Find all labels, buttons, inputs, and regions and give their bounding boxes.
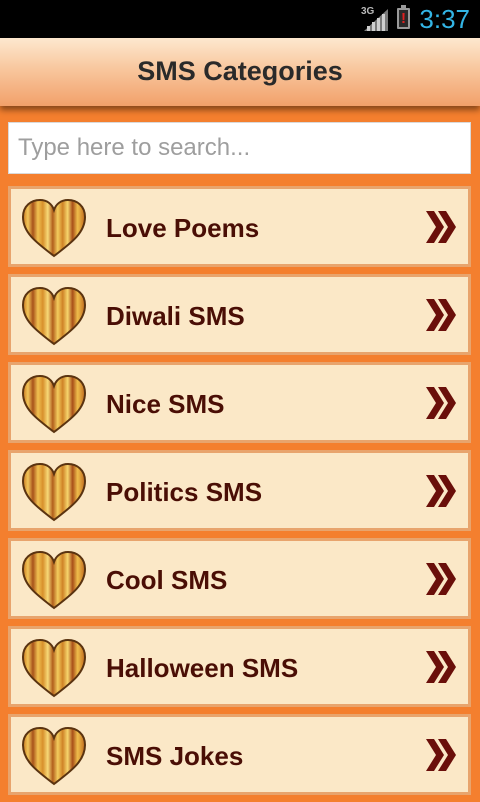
- title-bar: SMS Categories: [0, 38, 480, 106]
- heart-icon: [21, 726, 87, 786]
- category-list: Love Poems Diwali SMS Nice SMS Politics …: [8, 186, 471, 802]
- category-item[interactable]: SMS Jokes: [8, 714, 471, 795]
- category-item[interactable]: Nice SMS: [8, 362, 471, 443]
- status-bar: 3G ! 3:37: [0, 0, 480, 38]
- search-box: [8, 122, 471, 174]
- battery-alert-icon: !: [397, 5, 410, 29]
- category-label: Nice SMS: [106, 389, 225, 419]
- heart-icon: [21, 550, 87, 610]
- chevron-right-double-icon: [426, 563, 456, 595]
- category-label: Love Poems: [106, 213, 260, 243]
- category-item[interactable]: Love Poems: [8, 186, 471, 267]
- chevron-right-double-icon: [426, 299, 456, 331]
- category-item[interactable]: Diwali SMS: [8, 274, 471, 355]
- heart-icon: [21, 638, 87, 698]
- heart-icon: [21, 286, 87, 346]
- clock: 3:37: [419, 4, 470, 34]
- chevron-right-double-icon: [426, 211, 456, 243]
- heart-icon: [21, 462, 87, 522]
- category-label: Diwali SMS: [106, 301, 245, 331]
- category-label: Politics SMS: [106, 477, 263, 507]
- category-label: Halloween SMS: [106, 653, 299, 683]
- chevron-right-double-icon: [426, 475, 456, 507]
- signal-icon: [364, 9, 388, 31]
- chevron-right-double-icon: [426, 739, 456, 771]
- chevron-right-double-icon: [426, 387, 456, 419]
- category-label: Cool SMS: [106, 565, 228, 595]
- category-item[interactable]: Cool SMS: [8, 538, 471, 619]
- heart-icon: [21, 198, 87, 258]
- category-item[interactable]: Halloween SMS: [8, 626, 471, 707]
- category-item[interactable]: Politics SMS: [8, 450, 471, 531]
- chevron-right-double-icon: [426, 651, 456, 683]
- search-input[interactable]: [9, 123, 470, 173]
- page-title: SMS Categories: [137, 56, 343, 86]
- heart-icon: [21, 374, 87, 434]
- category-label: SMS Jokes: [106, 741, 244, 771]
